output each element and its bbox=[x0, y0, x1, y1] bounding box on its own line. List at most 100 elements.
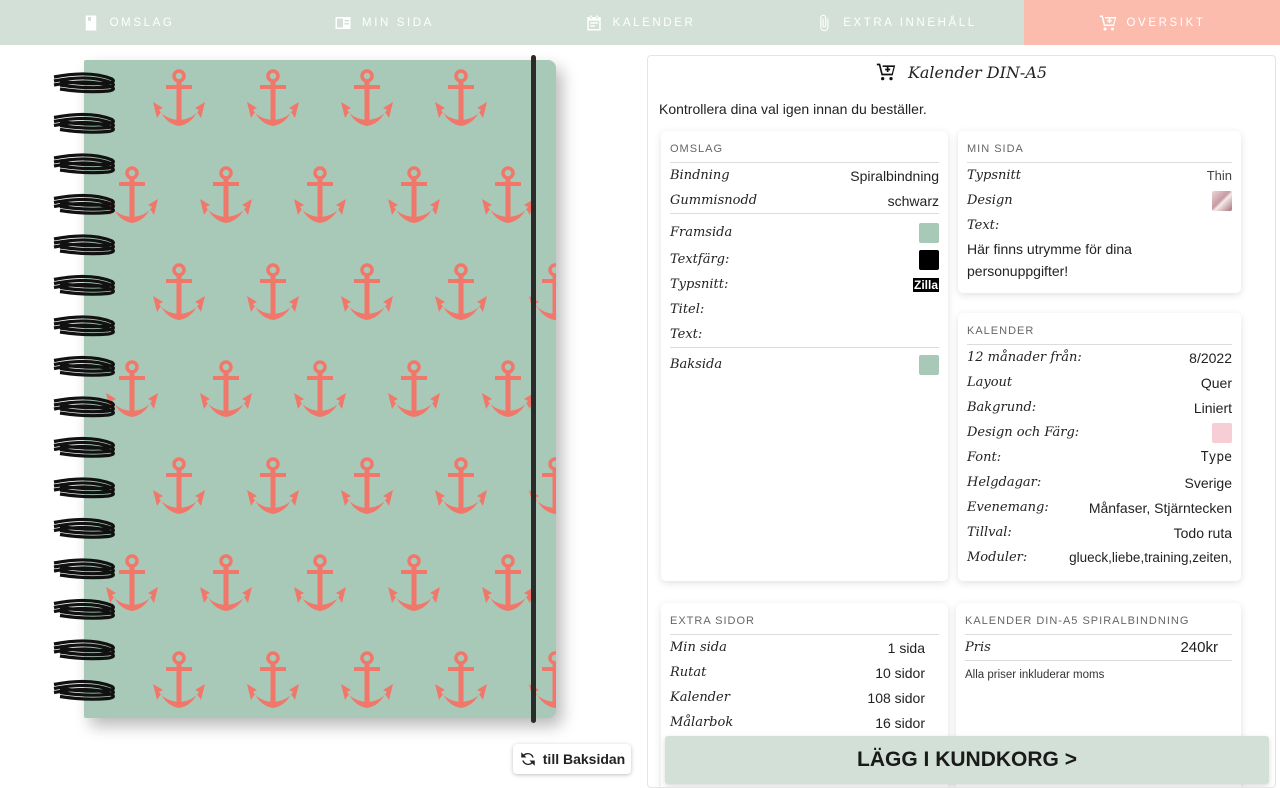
row-label: Gummisnodd bbox=[670, 193, 758, 208]
personal-text: Här finns utrymme för dina personuppgift… bbox=[967, 241, 1132, 279]
row-label: Baksida bbox=[670, 357, 723, 372]
row-label: Design bbox=[967, 193, 1013, 208]
card-heading: EXTRA SIDOR bbox=[670, 603, 939, 635]
row-design-farg: Design och Färg: bbox=[967, 420, 1232, 445]
row-value: Sverige bbox=[1184, 474, 1232, 491]
row-label: Typsnitt: bbox=[670, 277, 729, 292]
card-min-sida: MIN SIDA Typsnitt Thin Design Text: Här f… bbox=[958, 131, 1241, 293]
row-gummisnodd: Gummisnodd schwarz bbox=[670, 188, 939, 214]
row-value: 108 sidor bbox=[867, 689, 925, 706]
row-evenemang: Evenemang: Månfaser, Stjärntecken bbox=[967, 495, 1232, 520]
row-framsida: Framsida bbox=[670, 220, 939, 245]
row-label: 12 månader från: bbox=[967, 350, 1082, 365]
row-layout: Layout Quer bbox=[967, 370, 1232, 395]
tab-min-sida[interactable]: MIN SIDA bbox=[256, 0, 512, 45]
row-label: Moduler: bbox=[967, 550, 1028, 565]
row-design: Design bbox=[967, 188, 1232, 213]
tab-label: MIN SIDA bbox=[362, 16, 434, 29]
row-label: Bakgrund: bbox=[967, 400, 1037, 415]
row-baksida: Baksida bbox=[670, 352, 939, 377]
row-value: Liniert bbox=[1193, 399, 1232, 416]
card-heading: KALENDER DIN-A5 SPIRALBINDNING bbox=[965, 603, 1232, 635]
row-malarbok: Målarbok 16 sidor bbox=[670, 710, 939, 735]
summary-title-text: Kalender DIN-A5 bbox=[907, 62, 1048, 82]
row-font: Font: Type bbox=[967, 445, 1232, 470]
row-text-label: Text: bbox=[967, 213, 1232, 238]
anchor-pattern bbox=[104, 69, 556, 710]
tab-oversikt[interactable]: OVERSIKT bbox=[1024, 0, 1280, 45]
rotate-icon bbox=[521, 752, 535, 766]
summary-intro: Kontrollera dina val igen innan du bestä… bbox=[659, 101, 927, 117]
row-value: glueck,liebe,training,zeiten, bbox=[1069, 550, 1232, 565]
row-label: Målarbok bbox=[670, 715, 734, 730]
row-value: 16 sidor bbox=[875, 714, 925, 731]
front-color-swatch bbox=[919, 222, 939, 243]
row-text: Text: bbox=[670, 322, 939, 348]
add-to-cart-button[interactable]: LÄGG I KUNDKORG > bbox=[665, 736, 1269, 784]
row-label: Text: bbox=[670, 327, 703, 342]
row-label: Helgdagar: bbox=[967, 475, 1042, 490]
row-min-sida: Min sida 1 sida bbox=[670, 635, 939, 660]
tab-label: KALENDER bbox=[612, 16, 696, 29]
row-bakgrund: Bakgrund: Liniert bbox=[967, 395, 1232, 420]
order-summary-panel: Kalender DIN-A5 Kontrollera dina val ige… bbox=[647, 55, 1276, 788]
vat-note: Alla priser inkluderar moms bbox=[965, 669, 1105, 681]
flip-button-label: till Baksidan bbox=[542, 751, 626, 767]
row-value: Quer bbox=[1200, 374, 1232, 391]
tab-kalender[interactable]: KALENDER bbox=[512, 0, 768, 45]
notebook-cover bbox=[84, 60, 556, 718]
row-value: 1 sida bbox=[887, 639, 925, 656]
anchor-rows bbox=[104, 69, 556, 710]
row-value: Todo ruta bbox=[1173, 524, 1232, 541]
text-color-swatch bbox=[919, 249, 939, 270]
card-omslag: OMSLAG Bindning Spiralbindning Gummisnodd… bbox=[661, 131, 948, 581]
page-icon bbox=[335, 16, 351, 29]
row-value: 10 sidor bbox=[875, 664, 925, 681]
row-value: 8/2022 bbox=[1189, 349, 1232, 366]
summary-title: Kalender DIN-A5 bbox=[648, 62, 1275, 82]
row-textfarg: Textfärg: bbox=[670, 247, 939, 272]
row-value: Månfaser, Stjärntecken bbox=[1088, 499, 1232, 516]
row-helgdagar: Helgdagar: Sverige bbox=[967, 470, 1232, 495]
card-heading: MIN SIDA bbox=[967, 131, 1232, 163]
row-value: Type bbox=[1200, 450, 1232, 465]
row-tillval: Tillval: Todo ruta bbox=[967, 520, 1232, 545]
row-value: schwarz bbox=[887, 192, 939, 209]
tab-label: EXTRA INNEHÅLL bbox=[843, 16, 977, 29]
row-kalender: Kalender 108 sidor bbox=[670, 685, 939, 710]
row-label: Kalender bbox=[670, 690, 730, 705]
row-label: Min sida bbox=[670, 640, 727, 655]
tab-omslag[interactable]: OMSLAG bbox=[0, 0, 256, 45]
calendar-icon bbox=[586, 15, 601, 30]
tab-extra-innehall[interactable]: EXTRA INNEHÅLL bbox=[768, 0, 1024, 45]
price-value: 240kr bbox=[1180, 639, 1218, 656]
row-label: Titel: bbox=[670, 302, 705, 317]
row-label: Framsida bbox=[670, 225, 733, 240]
row-label: Evenemang: bbox=[967, 500, 1049, 515]
row-label: Textfärg: bbox=[670, 252, 730, 267]
row-bindning: Bindning Spiralbindning bbox=[670, 163, 939, 188]
row-rutat: Rutat 10 sidor bbox=[670, 660, 939, 685]
card-kalender: KALENDER 12 månader från: 8/2022 Layout Qu… bbox=[958, 313, 1241, 581]
design-thumbnail bbox=[1212, 190, 1232, 211]
spiral-binding bbox=[53, 72, 115, 701]
row-label: Rutat bbox=[670, 665, 707, 680]
card-heading: OMSLAG bbox=[670, 131, 939, 163]
row-titel: Titel: bbox=[670, 297, 939, 322]
row-label: Text: bbox=[967, 218, 1000, 233]
paperclip-icon bbox=[820, 14, 829, 31]
notebook-preview: till Baksidan bbox=[0, 45, 640, 786]
font-preview: Zilla bbox=[912, 277, 939, 292]
elastic-band bbox=[531, 55, 536, 723]
row-label: Layout bbox=[967, 375, 1013, 390]
cart-icon bbox=[1099, 15, 1116, 30]
top-navigation: OMSLAG MIN SIDA KALENDER EXTRA INNEHÅLL … bbox=[0, 0, 1280, 45]
flip-to-back-button[interactable]: till Baksidan bbox=[513, 744, 631, 774]
row-label: Tillval: bbox=[967, 525, 1012, 540]
cart-icon bbox=[876, 63, 896, 81]
tab-label: OVERSIKT bbox=[1126, 16, 1206, 29]
notebook-icon bbox=[85, 15, 96, 30]
row-pris: Pris 240kr bbox=[965, 635, 1232, 661]
row-label: Design och Färg: bbox=[967, 425, 1080, 440]
row-value: Spiralbindning bbox=[850, 167, 939, 184]
